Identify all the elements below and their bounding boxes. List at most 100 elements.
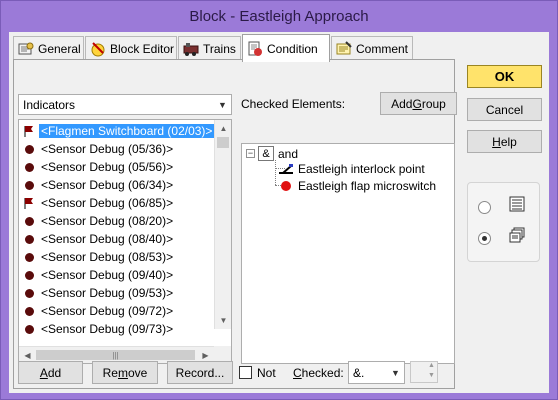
- cancel-label: Cancel: [485, 102, 524, 117]
- sensor-dot-icon: [21, 141, 37, 157]
- list-item-label: <Sensor Debug (09/73)>: [41, 322, 174, 336]
- spin-up-icon[interactable]: ▲: [426, 362, 437, 372]
- tab-comment[interactable]: Comment: [331, 36, 413, 60]
- filter-combobox[interactable]: Indicators ▼: [18, 94, 232, 115]
- cascade-view-radio[interactable]: [478, 232, 491, 245]
- list-item[interactable]: <Sensor Debug (08/40)>: [21, 230, 175, 248]
- sensor-dot-icon: [21, 231, 37, 247]
- list-item[interactable]: <Flagmen Switchboard (02/03)>: [21, 122, 215, 140]
- list-item[interactable]: <Sensor Debug (09/73)>: [21, 320, 175, 338]
- tree-node-label: Eastleigh flap microswitch: [298, 179, 437, 193]
- list-item[interactable]: <Sensor Debug (09/40)>: [21, 266, 175, 284]
- add-group-label-accel: G: [412, 96, 422, 111]
- sensor-dot-icon: [21, 285, 37, 301]
- add-label-rest: dd: [47, 365, 62, 380]
- tab-condition[interactable]: Condition: [242, 34, 330, 62]
- cascade-view-icon: [509, 227, 525, 246]
- list-item-label: <Sensor Debug (05/36)>: [41, 142, 174, 156]
- list-item-label: <Sensor Debug (09/72)>: [41, 304, 174, 318]
- list-item-label: <Sensor Debug (08/53)>: [41, 250, 174, 264]
- add-button[interactable]: Add: [18, 361, 83, 384]
- checked-spinner[interactable]: ▲ ▼: [410, 361, 438, 383]
- sensor-dot-icon: [21, 249, 37, 265]
- checked-combobox[interactable]: &. ▼: [348, 361, 405, 384]
- list-item[interactable]: <Sensor Debug (08/20)>: [21, 212, 175, 230]
- not-checkbox[interactable]: [239, 366, 252, 379]
- ok-label: OK: [494, 69, 515, 84]
- record-label: Record...: [175, 365, 225, 380]
- list-vertical-scrollbar[interactable]: ▲ ▼: [214, 120, 231, 329]
- sensor-dot-icon: [21, 177, 37, 193]
- sensor-dot-icon: [21, 321, 37, 337]
- condition-icon: [247, 41, 263, 57]
- scroll-down-icon[interactable]: ▼: [215, 312, 231, 329]
- remove-label-accel: m: [117, 365, 128, 380]
- list-item[interactable]: <Sensor Debug (09/53)>: [21, 284, 175, 302]
- scrollbar-thumb[interactable]: [217, 137, 229, 148]
- list-item[interactable]: <Sensor Debug (08/53)>: [21, 248, 175, 266]
- block-editor-icon: [90, 41, 106, 57]
- tree-node[interactable]: Eastleigh flap microswitch: [278, 179, 436, 193]
- spin-down-icon[interactable]: ▼: [426, 372, 437, 382]
- list-item[interactable]: <Sensor Debug (06/85)>: [21, 194, 175, 212]
- flag-icon: [21, 123, 37, 139]
- add-group-button[interactable]: Add Group: [380, 92, 457, 115]
- help-label-rest: elp: [500, 134, 517, 149]
- element-list[interactable]: <Flagmen Switchboard (02/03)> <Sensor De…: [18, 119, 232, 364]
- sensor-dot-icon: [21, 303, 37, 319]
- list-item-label: <Flagmen Switchboard (02/03)>: [39, 124, 215, 138]
- scroll-up-icon[interactable]: ▲: [215, 120, 231, 137]
- list-view-icon: [509, 196, 525, 215]
- tab-block-editor-label: Block Editor: [110, 41, 175, 56]
- list-item-label: <Sensor Debug (05/56)>: [41, 160, 174, 174]
- tab-condition-label: Condition: [267, 41, 318, 56]
- list-item[interactable]: <Sensor Debug (06/34)>: [21, 176, 175, 194]
- list-item-label: <Sensor Debug (09/40)>: [41, 268, 174, 282]
- filter-value: Indicators: [23, 98, 76, 112]
- comment-icon: [336, 40, 352, 57]
- checked-label-rest: hecked:: [301, 366, 344, 380]
- sensor-dot-icon: [21, 213, 37, 229]
- sensor-dot-icon: [21, 159, 37, 175]
- tree-connector: [275, 160, 276, 185]
- window-title: Block - Eastleigh Approach: [189, 8, 369, 25]
- tab-general[interactable]: General: [13, 36, 84, 60]
- list-item-label: <Sensor Debug (08/40)>: [41, 232, 174, 246]
- tree-root-node[interactable]: & and: [258, 146, 298, 161]
- general-icon: [18, 41, 34, 57]
- record-button[interactable]: Record...: [167, 361, 233, 384]
- condition-page: Indicators ▼ Checked Elements: Add Group…: [13, 59, 457, 389]
- checked-elements-label: Checked Elements:: [241, 97, 346, 111]
- tab-general-label: General: [38, 41, 81, 56]
- cancel-button[interactable]: Cancel: [467, 98, 542, 121]
- tree-node[interactable]: Eastleigh interlock point: [278, 162, 425, 176]
- add-group-label-post: roup: [421, 96, 446, 111]
- collapse-icon[interactable]: −: [246, 149, 255, 158]
- list-item[interactable]: <Sensor Debug (05/56)>: [21, 158, 175, 176]
- tab-trains-label: Trains: [203, 41, 236, 56]
- list-item[interactable]: <Sensor Debug (09/72)>: [21, 302, 175, 320]
- scrollbar-thumb[interactable]: |||: [36, 350, 195, 360]
- not-label: Not: [257, 366, 276, 380]
- trains-icon: [183, 41, 199, 57]
- help-label-accel: H: [492, 134, 501, 149]
- chevron-down-icon[interactable]: ▼: [214, 95, 231, 114]
- add-label-accel: A: [39, 365, 48, 380]
- tab-trains[interactable]: Trains: [178, 36, 241, 60]
- remove-label-post: ove: [127, 365, 148, 380]
- red-dot-icon: [278, 181, 294, 191]
- sensor-dot-icon: [21, 267, 37, 283]
- list-item[interactable]: <Sensor Debug (05/36)>: [21, 140, 175, 158]
- condition-tree[interactable]: − & and Eastleigh interlock point Eastle…: [241, 143, 455, 364]
- dialog-window: Block - Eastleigh Approach General Block…: [0, 0, 558, 400]
- tab-comment-label: Comment: [356, 41, 409, 56]
- remove-button[interactable]: Re m ove: [92, 361, 158, 384]
- tab-block-editor[interactable]: Block Editor: [85, 36, 177, 60]
- chevron-down-icon[interactable]: ▼: [387, 362, 404, 383]
- and-operator-icon: &: [258, 146, 274, 161]
- ok-button[interactable]: OK: [467, 65, 542, 88]
- list-item-label: <Sensor Debug (08/20)>: [41, 214, 174, 228]
- help-button[interactable]: Help: [467, 130, 542, 153]
- list-view-radio[interactable]: [478, 201, 491, 214]
- list-item-label: <Sensor Debug (06/34)>: [41, 178, 174, 192]
